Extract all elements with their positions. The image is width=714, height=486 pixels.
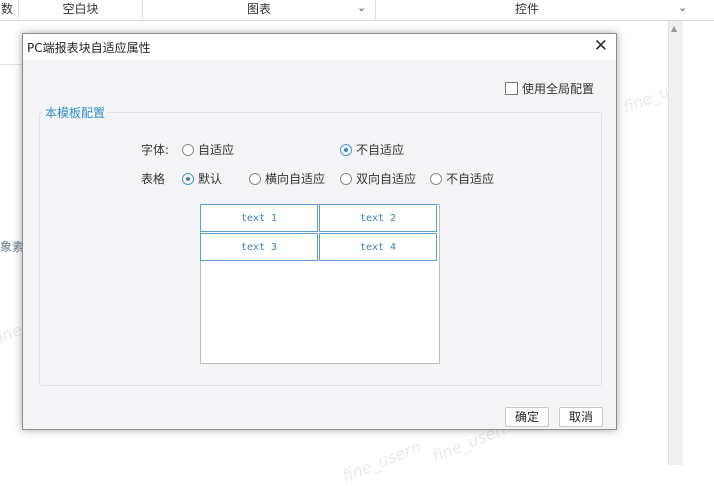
background-scrollbar[interactable] bbox=[668, 21, 683, 465]
group-title: 本模板配置 bbox=[43, 104, 108, 121]
watermark: fine_u bbox=[620, 81, 673, 118]
checkbox-box[interactable] bbox=[505, 82, 518, 95]
cancel-button[interactable]: 取消 bbox=[559, 407, 603, 427]
bg-tab-blank-block[interactable]: 空白块 bbox=[19, 0, 143, 20]
preview-cell: text 2 bbox=[319, 204, 437, 232]
radio-label: 不自适应 bbox=[446, 172, 495, 186]
bg-tab-widget[interactable]: 控件 bbox=[376, 0, 678, 20]
radio-label: 不自适应 bbox=[356, 143, 405, 157]
preview-cell: text 4 bbox=[319, 233, 437, 261]
adaptive-properties-dialog: PC端报表块自适应属性 ✕ 使用全局配置 本模板配置 字体: 自适应 不自适应 … bbox=[22, 33, 617, 430]
radio-label: 默认 bbox=[198, 172, 223, 186]
watermark: fine_usern bbox=[339, 437, 424, 486]
bg-side-label: 象素 bbox=[0, 240, 25, 254]
radio-table-bidirectional[interactable]: 双向自适应 bbox=[340, 170, 416, 187]
layout-preview: text 1 text 2 text 3 text 4 bbox=[200, 204, 440, 364]
radio-font-adaptive[interactable]: 自适应 bbox=[182, 141, 234, 158]
bg-tab-chart[interactable]: 图表 bbox=[143, 0, 376, 20]
chevron-down-icon[interactable]: ⌄ bbox=[678, 1, 687, 14]
table-row-label: 表格 bbox=[141, 172, 166, 186]
radio-table-non-adaptive[interactable]: 不自适应 bbox=[430, 170, 494, 187]
radio-circle-checked[interactable] bbox=[340, 144, 352, 156]
use-global-config-checkbox[interactable]: 使用全局配置 bbox=[505, 80, 594, 97]
radio-circle[interactable] bbox=[249, 173, 261, 185]
radio-circle[interactable] bbox=[340, 173, 352, 185]
font-row-label: 字体: bbox=[141, 143, 170, 157]
ok-button[interactable]: 确定 bbox=[505, 407, 549, 427]
dialog-title: PC端报表块自适应属性 bbox=[27, 41, 151, 55]
scroll-up-icon[interactable]: ▲ bbox=[671, 24, 677, 33]
radio-circle-checked[interactable] bbox=[182, 173, 194, 185]
radio-circle[interactable] bbox=[182, 144, 194, 156]
use-global-config-label: 使用全局配置 bbox=[522, 82, 595, 96]
radio-table-default[interactable]: 默认 bbox=[182, 170, 222, 187]
background-divider bbox=[0, 64, 22, 65]
radio-font-non-adaptive[interactable]: 不自适应 bbox=[340, 141, 404, 158]
radio-label: 双向自适应 bbox=[356, 172, 417, 186]
chevron-down-icon[interactable]: ⌄ bbox=[357, 1, 366, 14]
radio-table-horizontal[interactable]: 横向自适应 bbox=[249, 170, 325, 187]
background-toolbar: 数 空白块 图表 ⌄ 控件 ⌄ bbox=[0, 0, 714, 21]
radio-circle[interactable] bbox=[430, 173, 442, 185]
preview-cell: text 1 bbox=[200, 204, 318, 232]
radio-label: 自适应 bbox=[198, 143, 235, 157]
preview-cell: text 3 bbox=[200, 233, 318, 261]
dialog-titlebar[interactable]: PC端报表块自适应属性 ✕ bbox=[23, 34, 616, 60]
bg-tab-data[interactable]: 数 bbox=[0, 0, 19, 20]
radio-label: 横向自适应 bbox=[265, 172, 326, 186]
close-icon[interactable]: ✕ bbox=[594, 36, 608, 56]
